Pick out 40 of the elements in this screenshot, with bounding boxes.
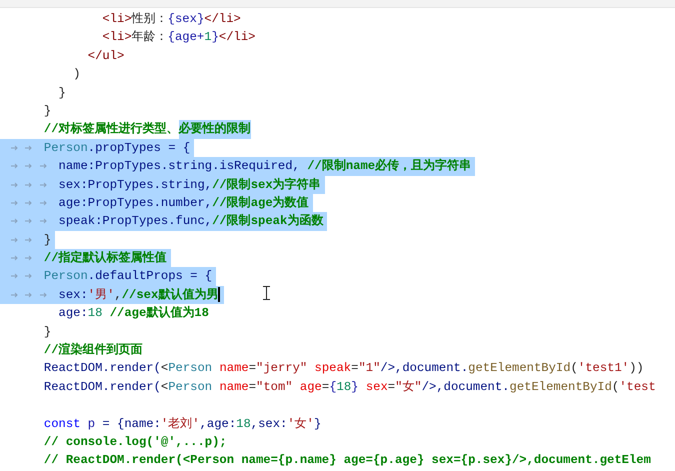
code-line: const p = {name:'老刘',age:18,sex:'女'} — [42, 416, 322, 433]
code-line: ReactDOM.render(<Person name="tom" age={18} sex="女"/>,document.getElementById('test — [42, 378, 656, 396]
code-line: //渲染组件到页面 — [42, 342, 143, 360]
code-line: // console.log('@',...p); — [42, 434, 227, 451]
code-line: } — [42, 102, 52, 120]
code-line: ReactDOM.render(<Person name="jerry" speak="1"/>,document.getElementById('test1')) — [42, 360, 644, 378]
whitespace-arrow-icon — [25, 218, 32, 224]
whitespace-arrow-icon — [10, 292, 18, 298]
whitespace-arrow-icon — [40, 200, 47, 206]
text-cursor-icon — [263, 286, 270, 300]
whitespace-arrow-icon — [40, 218, 47, 224]
whitespace-arrow-icon — [10, 255, 18, 262]
whitespace-arrow-icon — [40, 292, 47, 298]
whitespace-arrow-icon — [25, 292, 32, 298]
code-line: } — [58, 84, 66, 102]
whitespace-arrow-icon — [25, 273, 32, 280]
whitespace-arrow-icon — [10, 218, 18, 224]
whitespace-arrow-icon — [10, 144, 18, 151]
whitespace-arrow-icon — [10, 163, 18, 170]
whitespace-arrow-icon — [25, 182, 32, 188]
whitespace-arrow-icon — [40, 163, 47, 170]
whitespace-arrow-icon — [25, 200, 32, 206]
whitespace-arrow-icon — [10, 182, 18, 188]
code-line: ) — [72, 66, 80, 84]
comment-text: 必要性的限制 — [178, 120, 251, 139]
whitespace-arrow-icon — [25, 255, 32, 262]
whitespace-arrow-icon — [10, 273, 18, 280]
code-line: // ReactDOM.render(<Person name={p.name} age={p.age} sex={p.sex}/>,document.getElem — [42, 452, 651, 470]
whitespace-arrow-icon — [10, 236, 18, 243]
code-line: <li>性别：{sex}</li> — [101, 11, 241, 28]
whitespace-arrow-icon — [25, 236, 32, 243]
code-line: } — [42, 324, 52, 341]
whitespace-arrow-icon — [25, 144, 32, 151]
comment-text: //对标签属性进行类型、 — [42, 120, 179, 138]
code-line: age:18 //age默认值为18 — [58, 304, 209, 322]
code-line: <li>年龄：{age+1}</li> — [101, 29, 256, 46]
whitespace-arrow-icon — [25, 163, 32, 170]
code-line: </ul> — [86, 48, 124, 65]
whitespace-arrow-icon — [40, 182, 47, 188]
whitespace-arrow-icon — [10, 200, 18, 206]
